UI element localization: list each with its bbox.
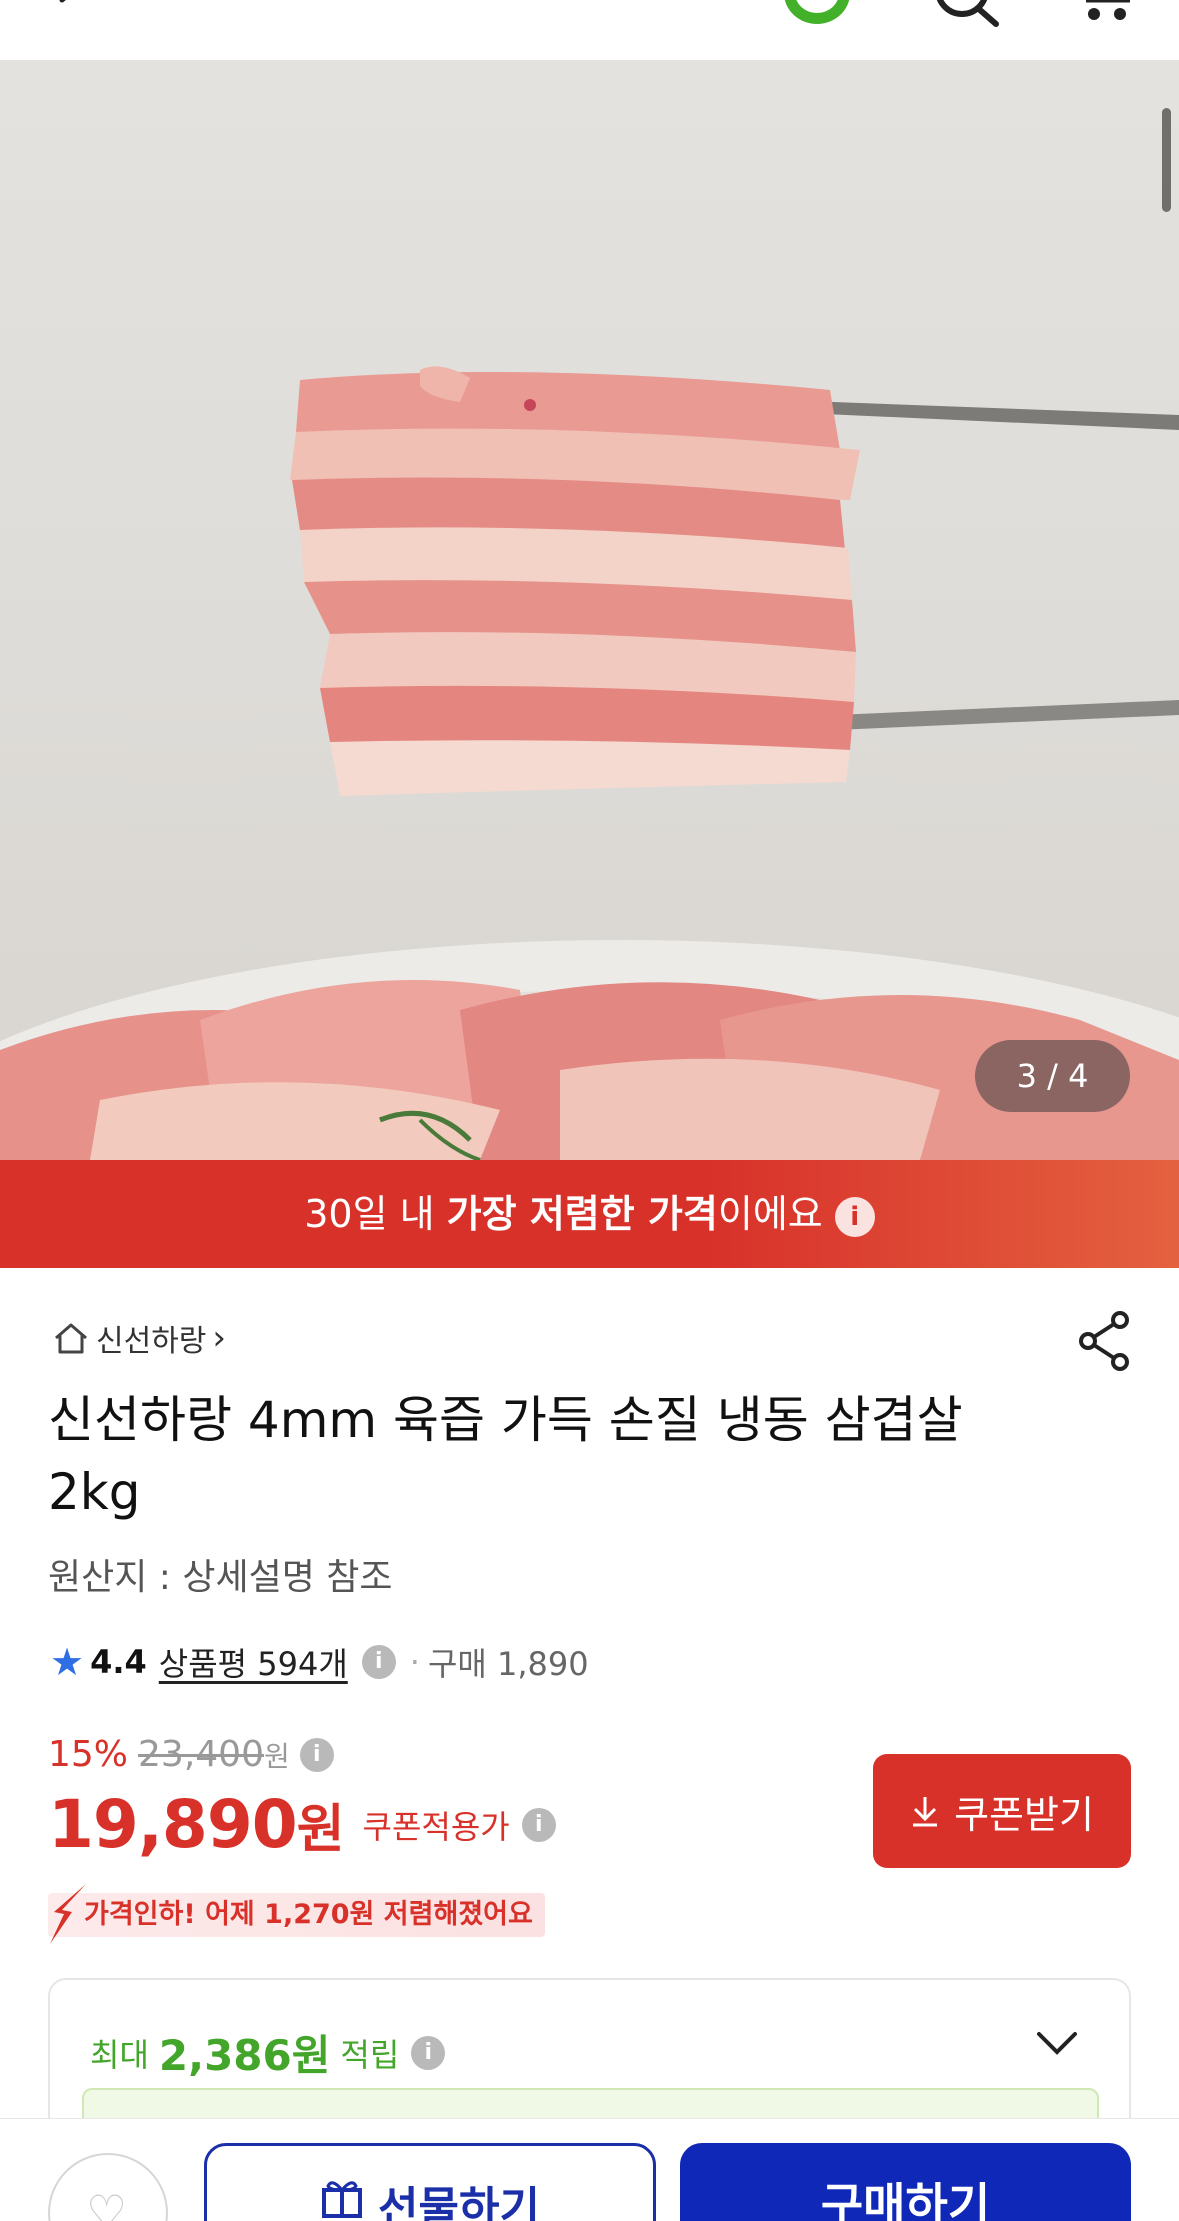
star-icon: ★: [50, 1640, 85, 1684]
top-app-bar: [0, 0, 1179, 60]
sale-price-unit: 원: [296, 1800, 345, 1860]
buy-button-label: 구매하기: [820, 2178, 991, 2221]
gift-button-label: 선물하기: [378, 2183, 540, 2221]
banner-highlight: 가장 저렴한 가격: [446, 1192, 718, 1236]
bottom-action-bar: ♡ 선물하기 구매하기: [0, 2118, 1179, 2221]
product-image-carousel[interactable]: 3 / 4: [0, 60, 1179, 1160]
info-icon[interactable]: i: [411, 2035, 446, 2070]
info-icon[interactable]: i: [521, 1807, 556, 1842]
coupon-price-label: 쿠폰적용가: [362, 1807, 510, 1846]
cart-icon[interactable]: [1080, 0, 1140, 30]
sale-price: 19,890: [48, 1786, 298, 1863]
product-photo: [0, 366, 1179, 1160]
brand-name: 신선하랑: [96, 1324, 207, 1359]
purchase-count: 구매 1,890: [427, 1645, 589, 1683]
price-drop-text: 가격인하! 어제 1,270원 저렴해졌어요: [48, 1893, 545, 1937]
info-icon[interactable]: i: [299, 1737, 334, 1772]
reward-suffix: 적립: [340, 2035, 400, 2074]
green-ring-icon[interactable]: [784, 0, 850, 24]
home-icon: [55, 1323, 87, 1354]
banner-prefix: 30일 내: [304, 1192, 447, 1236]
info-icon[interactable]: i: [361, 1645, 396, 1679]
chevron-right-icon: ›: [212, 1318, 227, 1358]
rating-row: ★ 4.4 상품평 594개 i · 구매 1,890: [50, 1638, 589, 1686]
original-price-unit: 원: [263, 1739, 290, 1773]
gift-button[interactable]: 선물하기: [204, 2143, 656, 2221]
brand-link[interactable]: 신선하랑 ›: [52, 1316, 226, 1360]
rating-score: 4.4: [90, 1643, 147, 1681]
image-counter: 3 / 4: [975, 1040, 1130, 1112]
buy-button[interactable]: 구매하기: [680, 2143, 1131, 2221]
heart-icon: ♡: [86, 2185, 128, 2221]
reviews-link[interactable]: 상품평 594개: [159, 1639, 348, 1685]
page-scrollbar[interactable]: [1162, 108, 1171, 212]
info-icon[interactable]: i: [834, 1196, 875, 1237]
reward-prefix: 최대: [90, 2035, 149, 2074]
lowest-price-banner: 30일 내 가장 저렴한 가격이에요 i: [0, 1160, 1179, 1268]
product-origin: 원산지 : 상세설명 참조: [48, 1557, 393, 1598]
coupon-button-label: 쿠폰받기: [954, 1792, 1094, 1837]
search-icon[interactable]: [930, 0, 1000, 30]
pork-slices: [290, 366, 860, 796]
separator-dot: ·: [409, 1643, 420, 1681]
wishlist-button[interactable]: ♡: [48, 2153, 168, 2221]
reward-row: 최대 2,386원 적립 i: [90, 2022, 446, 2083]
banner-suffix: 이에요: [717, 1192, 823, 1236]
reward-amount: 2,386원: [158, 2031, 331, 2080]
get-coupon-button[interactable]: 쿠폰받기: [873, 1754, 1131, 1868]
chevron-down-icon[interactable]: [1035, 2028, 1079, 2058]
back-arrow-icon[interactable]: [50, 0, 96, 30]
download-icon: [913, 1797, 938, 1827]
sale-price-row: 19,890 원 쿠폰적용가 i: [48, 1786, 556, 1863]
price-drop-notice: 가격인하! 어제 1,270원 저렴해졌어요: [48, 1884, 545, 1944]
discount-rate: 15%: [48, 1734, 129, 1775]
share-icon[interactable]: [1076, 1310, 1132, 1372]
gift-icon: [322, 2181, 363, 2218]
product-title: 신선하랑 4mm 육즙 가득 손질 냉동 삼겹살 2kg: [48, 1391, 963, 1521]
lightning-icon: [50, 1884, 86, 1944]
original-price-row: 15% 23,400 원 i: [48, 1734, 334, 1775]
original-price: 23,400: [138, 1734, 264, 1775]
